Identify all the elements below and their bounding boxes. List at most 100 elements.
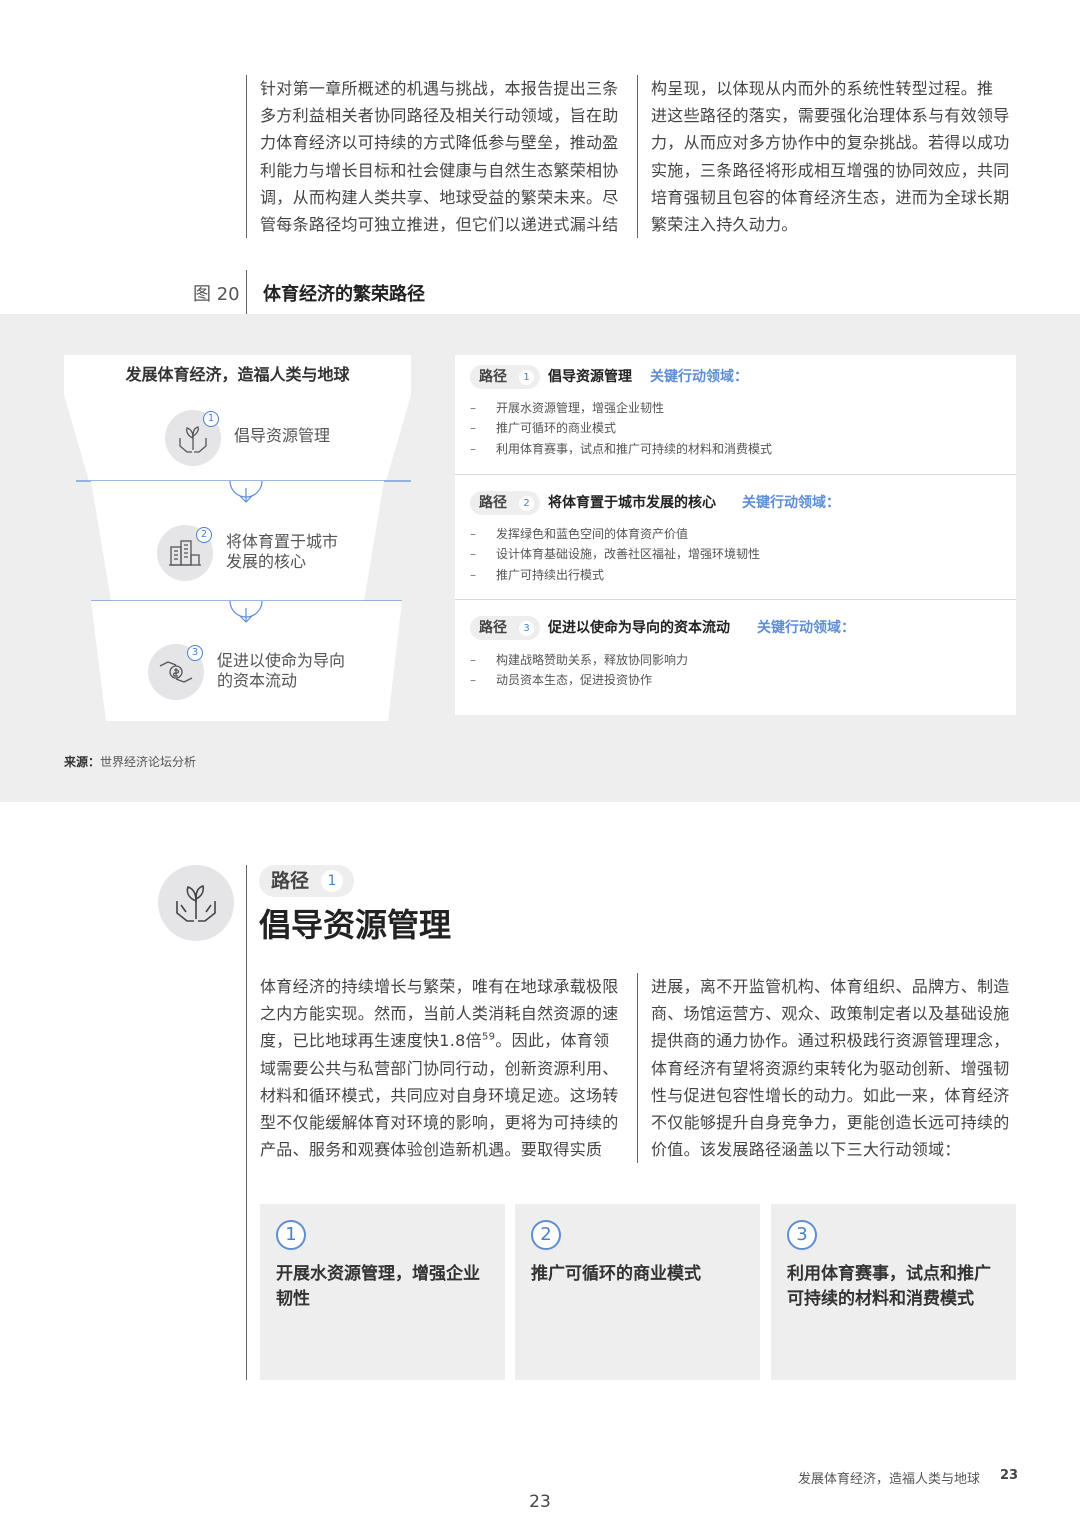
path-3-bullet: – 构建战略赞助关系，释放协同影响力: [470, 652, 688, 668]
text-line: 产品、服务和观赛体验创造新机遇。要取得实质: [260, 1140, 603, 1160]
bullet-dash: –: [470, 673, 476, 687]
section-column-1: 体育经济的持续增长与繁荣，唯有在地球承载极限 之内方能实现。然而，当前人类消耗自…: [260, 973, 626, 1163]
figure-title: 体育经济的繁荣路径: [263, 284, 425, 305]
text-line: 将体育置于城市: [226, 532, 339, 551]
bullet-text: 推广可持续出行模式: [496, 568, 605, 582]
figure-source: 来源：世界经济论坛分析: [64, 753, 196, 770]
bullet-dash: –: [470, 442, 476, 456]
path-1-pill: 路径 1: [470, 365, 540, 389]
text-line: 体育经济的持续增长与繁荣，唯有在地球承载极限: [260, 977, 619, 996]
intro-divider-left: [246, 75, 247, 238]
pill-label: 路径: [479, 495, 507, 511]
intro-column-2: 构呈现，以体现从内而外的系统性转型过程。推 进这些路径的落实，需要强化治理体系与…: [651, 75, 1017, 238]
section-title: 倡导资源管理: [259, 906, 452, 944]
path-3-key-areas: 关键行动领域：: [757, 620, 855, 636]
text-line: 商、场馆运营方、观众、政策制定者以及基础设施: [651, 1004, 1010, 1024]
bullet-text: 设计体育基础设施，改善社区福祉，增强环境韧性: [496, 547, 761, 561]
footnote-ref[interactable]: 59: [482, 1032, 495, 1043]
running-title: 发展体育经济，造福人类与地球: [798, 1472, 981, 1487]
running-page-number: 23: [1000, 1468, 1019, 1483]
pill-number: 3: [519, 621, 534, 636]
path-3-title: 促进以使命为导向的资本流动: [548, 620, 730, 636]
bullet-dash: –: [470, 653, 476, 667]
step-3-number: 3: [187, 645, 203, 661]
text-line: 构呈现，以体现从内而外的系统性转型过程。推: [651, 79, 994, 98]
path-3-bullet: – 动员资本生态，促进投资协作: [470, 672, 652, 688]
intro-divider-middle: [637, 75, 638, 238]
text-segment: 度，已比地球再生速度快1.8倍: [260, 1031, 482, 1051]
text-line: 性与促进包容性增长的动力。如此一来，体育经济: [651, 1085, 1010, 1105]
text-line: 实施，三条路径将形成相互增强的协同效应，共同: [651, 160, 1010, 180]
path-1-bullet: – 利用体育赛事，试点和推广可持续的材料和消费模式: [470, 441, 772, 457]
panel-divider: [455, 599, 1016, 600]
path-1-bullet: – 推广可循环的商业模式: [470, 420, 616, 436]
figure-label: 图 20: [193, 284, 240, 305]
bullet-text: 开展水资源管理，增强企业韧性: [496, 401, 665, 415]
section-pill: 路径 1: [259, 865, 354, 897]
source-label: 来源：: [64, 755, 101, 769]
path-1-bullet: – 开展水资源管理，增强企业韧性: [470, 400, 664, 416]
text-line: 型不仅能缓解体育对环境的影响，更将为可持续的: [260, 1113, 619, 1133]
bullet-text: 构建战略赞助关系，释放协同影响力: [496, 653, 689, 667]
action-card-2: 2 推广可循环的商业模式: [515, 1204, 760, 1380]
section-divider-middle: [637, 973, 638, 1163]
path-1-key-areas: 关键行动领域：: [650, 369, 748, 385]
text-line: 力，从而应对多方协作中的复杂挑战。若得以成功: [651, 133, 1010, 153]
bullet-text: 发挥绿色和蓝色空间的体育资产价值: [496, 527, 689, 541]
bullet-dash: –: [470, 401, 476, 415]
text-line: 管每条路径均可独立推进，但它们以递进式漏斗结: [260, 215, 619, 235]
action-card-1: 1 开展水资源管理，增强企业韧性: [260, 1204, 505, 1380]
text-line: 调，从而构建人类共享、地球受益的繁荣未来。尽: [260, 187, 619, 207]
text-line: 材料和循环模式，共同应对自身环境足迹。这场转: [260, 1085, 619, 1105]
text-line: 倡导资源管理: [234, 426, 331, 445]
panel-divider: [455, 474, 1016, 475]
text-line: 度，已比地球再生速度快1.8倍59。因此，体育领: [260, 1027, 626, 1054]
path-1-title: 倡导资源管理: [548, 369, 632, 385]
plant-hands-icon: [158, 865, 234, 941]
bullet-text: 推广可循环的商业模式: [496, 421, 617, 435]
action-card-3: 3 利用体育赛事，试点和推广可持续的材料和消费模式: [771, 1204, 1016, 1380]
section-divider-left: [246, 865, 247, 1380]
text-line: 繁荣注入持久动力。: [651, 215, 798, 235]
text-line: 的资本流动: [217, 671, 298, 690]
bullet-dash: –: [470, 547, 476, 561]
bullet-dash: –: [470, 527, 476, 541]
funnel-title: 发展体育经济，造福人类与地球: [64, 355, 411, 395]
pill-number: 2: [519, 496, 534, 511]
card-title: 推广可循环的商业模式: [531, 1264, 701, 1284]
text-line: 促进以使命为导向: [217, 651, 346, 670]
card-number: 1: [276, 1220, 306, 1250]
bullet-text: 动员资本生态，促进投资协作: [496, 673, 653, 687]
pill-label: 路径: [479, 369, 507, 385]
text-line: 多方利益相关者协同路径及相关行动领域，旨在助: [260, 106, 619, 126]
text-line: 价值。该发展路径涵盖以下三大行动领域：: [651, 1140, 961, 1160]
page-number: 23: [529, 1492, 551, 1512]
figure-label-divider: [246, 270, 247, 314]
text-line: 不仅能够提升自身竞争力，更能创造长远可持续的: [651, 1113, 1010, 1133]
bullet-dash: –: [470, 568, 476, 582]
text-segment: 。因此，体育领: [495, 1031, 610, 1051]
text-line: 利能力与增长目标和社会健康与自然生态繁荣相协: [260, 160, 619, 180]
intro-column-1: 针对第一章所概述的机遇与挑战，本报告提出三条 多方利益相关者协同路径及相关行动领…: [260, 75, 626, 238]
step-2-label: 将体育置于城市 发展的核心: [226, 532, 338, 572]
pill-label: 路径: [479, 620, 507, 636]
pill-label: 路径: [271, 870, 310, 892]
step-2-number: 2: [196, 527, 212, 543]
path-2-key-areas: 关键行动领域：: [742, 495, 840, 511]
text-line: 力体育经济以可持续的方式降低参与壁垒，推动盈: [260, 133, 619, 153]
path-2-bullet: – 设计体育基础设施，改善社区福祉，增强环境韧性: [470, 546, 760, 562]
pill-number: 1: [321, 870, 344, 892]
bullet-dash: –: [470, 421, 476, 435]
pill-number: 1: [519, 370, 534, 385]
step-3-label: 促进以使命为导向 的资本流动: [217, 651, 345, 691]
path-2-pill: 路径 2: [470, 491, 540, 515]
card-title: 开展水资源管理，增强企业韧性: [276, 1264, 480, 1309]
text-line: 进这些路径的落实，需要强化治理体系与有效领导: [651, 106, 1010, 126]
text-line: 进展，离不开监管机构、体育组织、品牌方、制造: [651, 977, 1010, 996]
card-number: 3: [787, 1220, 817, 1250]
bullet-text: 利用体育赛事，试点和推广可持续的材料和消费模式: [496, 442, 773, 456]
text-line: 发展的核心: [226, 552, 307, 571]
card-title: 利用体育赛事，试点和推广可持续的材料和消费模式: [787, 1264, 991, 1309]
text-line: 提供商的通力协作。通过积极践行资源管理理念，: [651, 1031, 1010, 1051]
text-line: 针对第一章所概述的机遇与挑战，本报告提出三条: [260, 79, 619, 98]
